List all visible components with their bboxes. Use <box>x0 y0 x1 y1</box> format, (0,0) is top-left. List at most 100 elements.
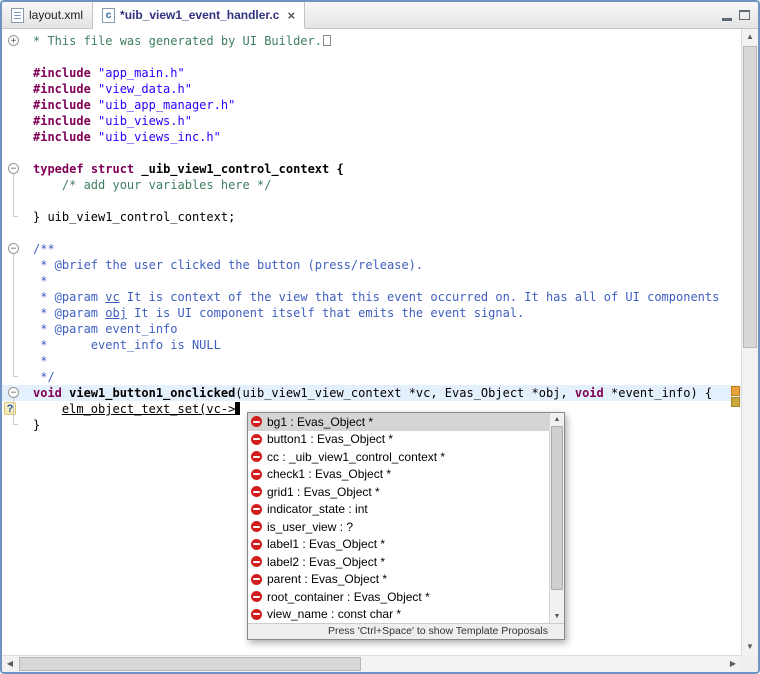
fold-column <box>2 113 33 129</box>
scroll-up-icon[interactable]: ▲ <box>742 29 758 45</box>
editor-tabbar: layout.xml c *uib_view1_event_handler.c … <box>2 2 758 29</box>
code-line[interactable]: */ <box>2 369 741 385</box>
completion-item[interactable]: check1 : Evas_Object * <box>248 466 549 484</box>
code-line[interactable]: * <box>2 353 741 369</box>
scroll-up-icon[interactable]: ▲ <box>550 413 564 426</box>
private-field-icon <box>251 556 262 567</box>
code-token: /** <box>33 242 55 256</box>
code-token: *event_info) { <box>604 386 712 400</box>
completion-label: grid1 : Evas_Object * <box>267 485 380 499</box>
scrollbar-thumb[interactable] <box>551 426 563 590</box>
private-field-icon <box>251 609 262 620</box>
completion-item[interactable]: parent : Evas_Object * <box>248 571 549 589</box>
completion-label: indicator_state : int <box>267 502 368 516</box>
code-token: obj <box>105 306 127 320</box>
scrollbar-thumb[interactable] <box>19 657 361 671</box>
code-line[interactable]: * event_info is NULL <box>2 337 741 353</box>
overview-marker[interactable] <box>731 397 740 407</box>
fold-column <box>2 257 33 273</box>
fold-column <box>2 209 33 225</box>
completion-scrollbar[interactable]: ▲ ▼ <box>549 413 564 623</box>
code-line[interactable]: } uib_view1_control_context; <box>2 209 741 225</box>
code-token: * @brief the user clicked the button (pr… <box>33 258 423 272</box>
private-field-icon <box>251 486 262 497</box>
code-line[interactable]: #include "app_main.h" <box>2 65 741 81</box>
completion-item[interactable]: root_container : Evas_Object * <box>248 588 549 606</box>
code-token: * @param event_info <box>33 322 178 336</box>
code-line[interactable]: * <box>2 273 741 289</box>
code-token: } <box>33 418 40 432</box>
code-token: #include <box>33 66 98 80</box>
vertical-scrollbar[interactable]: ▲ ▼ <box>741 29 758 655</box>
code-line[interactable]: #include "uib_views.h" <box>2 113 741 129</box>
code-line[interactable] <box>2 49 741 65</box>
scroll-right-icon[interactable]: ▶ <box>725 656 741 672</box>
minimize-view-icon[interactable] <box>722 10 732 21</box>
private-field-icon <box>251 504 262 515</box>
code-token: "uib_app_manager.h" <box>98 98 235 112</box>
tab-event-handler-c[interactable]: c *uib_view1_event_handler.c × <box>93 2 305 28</box>
code-line[interactable]: #include "view_data.h" <box>2 81 741 97</box>
code-line[interactable]: −/** <box>2 241 741 257</box>
horizontal-scrollbar[interactable]: ◀ ▶ <box>2 655 741 672</box>
scroll-down-icon[interactable]: ▼ <box>742 639 758 655</box>
code-line[interactable]: * @param event_info <box>2 321 741 337</box>
maximize-view-icon[interactable] <box>739 10 750 20</box>
fold-toggle-icon[interactable]: − <box>2 161 33 177</box>
fold-column <box>2 369 33 385</box>
code-token: */ <box>33 370 55 384</box>
code-line[interactable]: +* This file was generated by UI Builder… <box>2 33 741 49</box>
completion-item[interactable]: button1 : Evas_Object * <box>248 431 549 449</box>
completion-item[interactable]: is_user_view : ? <box>248 518 549 536</box>
completion-item[interactable]: cc : _uib_view1_control_context * <box>248 448 549 466</box>
tab-close-icon[interactable]: × <box>287 9 295 22</box>
code-area: +* This file was generated by UI Builder… <box>2 33 741 433</box>
fold-toggle-icon[interactable]: + <box>2 33 33 49</box>
fold-toggle-icon[interactable]: − <box>2 385 33 401</box>
scroll-left-icon[interactable]: ◀ <box>2 656 18 672</box>
completion-item[interactable]: label1 : Evas_Object * <box>248 536 549 554</box>
private-field-icon <box>251 591 262 602</box>
fold-column <box>2 417 33 433</box>
completion-item[interactable]: view_name : const char * <box>248 606 549 624</box>
code-line[interactable]: * @param vc It is context of the view th… <box>2 289 741 305</box>
code-token: * <box>33 274 47 288</box>
completion-label: label2 : Evas_Object * <box>267 555 385 569</box>
code-line[interactable]: /* add your variables here */ <box>2 177 741 193</box>
tab-layout-xml[interactable]: layout.xml <box>2 2 93 28</box>
private-field-icon <box>251 469 262 480</box>
code-line[interactable] <box>2 145 741 161</box>
scroll-down-icon[interactable]: ▼ <box>550 610 564 623</box>
completion-item[interactable]: grid1 : Evas_Object * <box>248 483 549 501</box>
fold-toggle-icon[interactable]: − <box>2 241 33 257</box>
fold-column <box>2 353 33 369</box>
code-line[interactable] <box>2 193 741 209</box>
question-annotation: ? <box>2 401 33 417</box>
code-line[interactable]: * @brief the user clicked the button (pr… <box>2 257 741 273</box>
fold-column <box>2 193 33 209</box>
code-token: _uib_view1_control_context { <box>134 162 344 176</box>
code-token: It is UI component itself that emits the… <box>127 306 524 320</box>
code-token: * event_info is NULL <box>33 338 221 352</box>
code-token <box>33 402 62 416</box>
code-token: vc <box>105 290 119 304</box>
code-token: view1_button1_onclicked <box>62 386 235 400</box>
code-token: } uib_view1_control_context; <box>33 210 235 224</box>
fold-column <box>2 305 33 321</box>
completion-item[interactable]: indicator_state : int <box>248 501 549 519</box>
scrollbar-thumb[interactable] <box>743 46 757 348</box>
fold-column <box>2 97 33 113</box>
overview-marker[interactable] <box>731 386 740 396</box>
fold-column <box>2 49 33 65</box>
code-line[interactable]: #include "uib_views_inc.h" <box>2 129 741 145</box>
code-line[interactable]: * @param obj It is UI component itself t… <box>2 305 741 321</box>
code-line[interactable] <box>2 225 741 241</box>
code-line[interactable]: −typedef struct _uib_view1_control_conte… <box>2 161 741 177</box>
code-token: #include <box>33 98 98 112</box>
completion-item[interactable]: label2 : Evas_Object * <box>248 553 549 571</box>
code-line[interactable]: −void view1_button1_onclicked(uib_view1_… <box>2 385 741 401</box>
completion-label: bg1 : Evas_Object * <box>267 415 373 429</box>
completion-label: view_name : const char * <box>267 607 401 621</box>
code-line[interactable]: #include "uib_app_manager.h" <box>2 97 741 113</box>
completion-item[interactable]: bg1 : Evas_Object * <box>248 413 549 431</box>
